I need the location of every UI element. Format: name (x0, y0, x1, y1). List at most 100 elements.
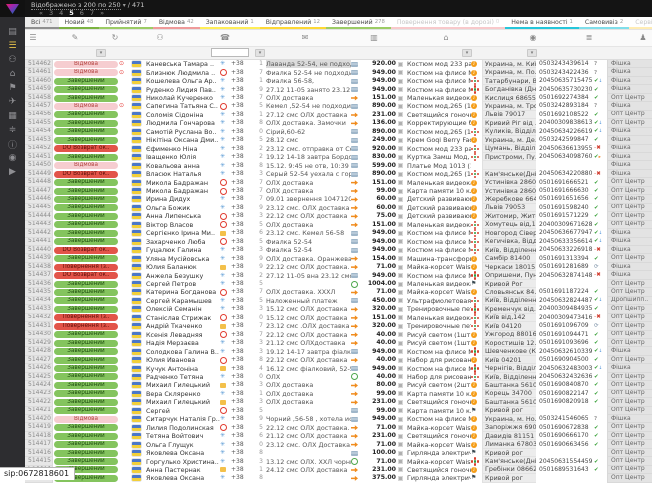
mailing-icon[interactable]: ✈ (0, 95, 25, 109)
phone-filter-dropdown[interactable]: ▾ (255, 49, 265, 57)
last-page-icon[interactable]: » (100, 9, 104, 17)
order-row[interactable]: 514455ЗавершенийЛюдмила Гончарова✳+388ОЛ… (25, 119, 652, 127)
order-row[interactable]: 514427ЗавершенийЮлия Иванова+38822.12 см… (25, 356, 652, 364)
tab-Запакований[interactable]: Запакований1 (200, 17, 260, 29)
page-3[interactable]: 3 (49, 9, 53, 17)
order-row[interactable]: 514432Повернення (з..Станіслав Стрижак+3… (25, 314, 652, 322)
order-row[interactable]: 514450ВідмоваКовальова анна✳+38815.12. 9… (25, 161, 652, 169)
order-row[interactable]: 514420ВідмоваСитарчук Наталія Гр..✳+389Ч… (25, 415, 652, 423)
tab-Прийнятий[interactable]: Прийнятий7 (99, 17, 152, 29)
order-row[interactable]: 514445ЗавершенийОльга Божик✳+38923.12 см… (25, 204, 652, 212)
order-row[interactable]: 514424ЗавершенийМихаил Гилецький+383ОЛХ … (25, 381, 652, 389)
order-row[interactable]: 514435ЗавершенийКатерина Богданова+387ОЛ… (25, 288, 652, 296)
order-row[interactable]: 514446ЗавершенийИрина Дидух✳+38709.01 зв… (25, 195, 652, 203)
order-row[interactable]: 514454ЗавершенийСамотій Руслана Во..✳+38… (25, 128, 652, 136)
statistics-icon[interactable]: ▦ (0, 109, 25, 123)
first-page-icon[interactable]: « (39, 9, 43, 17)
order-row[interactable]: 514415ЗавершенийГоргулько Христина..✳+38… (25, 457, 652, 465)
order-row[interactable]: 514431Повернення (з..Андрій Ткаченко+387… (25, 322, 652, 330)
call-status-icon[interactable]: ↻ (112, 33, 119, 42)
order-row[interactable]: 514426ЗавершенийКучук Антоніна+38416.12 … (25, 364, 652, 372)
order-row[interactable]: 514418ЗавершенийТетяна Войтович✳+38621.1… (25, 432, 652, 440)
clients-icon[interactable]: ⚇ (156, 33, 163, 42)
tab-Завершений[interactable]: Завершений278 (326, 17, 391, 29)
order-row[interactable]: 514421ЗавершенийСергей+38599.00Карта пам… (25, 407, 652, 415)
company-icon[interactable]: ⌂ (0, 67, 25, 81)
order-row[interactable]: 514442ЗавершенийСергієнко Ірина Ми..+386… (25, 229, 652, 237)
order-row[interactable]: 514443ЗавершенийВіктор Власов+385ОЛХ дос… (25, 221, 652, 229)
orders-icon[interactable]: ☰ (0, 39, 25, 53)
order-row[interactable]: 514441ЗавершенийЗахарченко Люба+385Фиалк… (25, 238, 652, 246)
tab-Повернення товару (в дорозі)[interactable]: Повернення товару (в дорозі)0 (391, 17, 505, 29)
phone-filter-input[interactable] (211, 48, 249, 57)
order-row[interactable]: 514456ЗавершенийСоломія Сідоніна✳+38127.… (25, 111, 652, 119)
tags-icon[interactable]: ⚑ (0, 81, 25, 95)
tab-Новий[interactable]: Новий48 (59, 17, 100, 29)
order-row[interactable]: 514461Відмова⊙Близнюк Людмила ..+387Фиал… (25, 68, 652, 76)
order-row[interactable]: 514444ЗавершенийАнна Липенська+38322.12 … (25, 212, 652, 220)
page-6[interactable]: 6 (80, 9, 84, 17)
order-row[interactable]: 514451ЗавершенийІващенко Юлія✳+38219.12 … (25, 153, 652, 161)
order-row[interactable]: 514413ЗавершенийЯковлева Оксана✳+388375.… (25, 474, 652, 482)
order-row[interactable]: 514429ЗавершенийНадія Мерзаєва✳+38321.12… (25, 339, 652, 347)
order-row[interactable]: 514458ЗавершенийНиколай Кучеренко✳+387ОЛ… (25, 94, 652, 102)
order-row[interactable]: 514462Відмова⊙Каневська Тамара ..✳+381Ла… (25, 60, 652, 68)
order-row[interactable]: 514452DO Возврат ок..Єфименко Ніна✳+3822… (25, 145, 652, 153)
order-row[interactable]: 514440DO Возврат ок..Гуцалюк Галина✳+383… (25, 246, 652, 254)
order-row[interactable]: 514437DO Возврат ок..Анжела Безушку✳+382… (25, 271, 652, 279)
page-5[interactable]: 5 (69, 9, 74, 17)
tab-Нема в наявності[interactable]: Нема в наявності1 (505, 17, 579, 29)
order-row[interactable]: 514417ЗавершенийОльга Глущук✳+38023.12 с… (25, 440, 652, 448)
order-row[interactable]: 514419ЗавершенийЛилия Подолинская+38522.… (25, 423, 652, 431)
tab-Самовивіз[interactable]: Самовивіз2 (579, 17, 629, 29)
address-icon[interactable]: ◉ (530, 33, 537, 42)
dashboard-icon[interactable]: ▤ (0, 25, 25, 39)
order-row[interactable]: 514434ЗавершенийСергей Карамышев✳+385Нал… (25, 297, 652, 305)
manager-icon[interactable]: ♟ (639, 33, 646, 42)
order-row[interactable]: 514460ЗавершенийКошелева Ольга Ар..✳+381… (25, 77, 652, 85)
order-row[interactable]: 514430ЗавершенийКсенія Левадняя+38722.12… (25, 331, 652, 339)
app-logo[interactable] (0, 0, 25, 17)
order-row[interactable]: 514423ЗавершенийВера Скляренко✳+381ОЛХ д… (25, 390, 652, 398)
comments-icon[interactable]: ✉ (302, 33, 309, 42)
order-row[interactable]: 514416ЗавершенийЯковлева Оксана✳+388100.… (25, 449, 652, 457)
order-row[interactable]: 514422ЗавершенийМихаил Гилецький+383ОЛХ … (25, 398, 652, 406)
product-name: Куртка Замш Мод, 250 (1шт. x 8.. (407, 153, 471, 161)
order-row[interactable]: 514438Повернення (з..Юлия Баланюк+38922.… (25, 263, 652, 271)
order-row[interactable]: 514447ЗавершенийМикола Бадражан+387ОЛХ д… (25, 187, 652, 195)
order-row[interactable]: 514433ЗавершенийОлексій Семанін✳+38315.1… (25, 305, 652, 313)
clients-icon[interactable]: ⚇ (0, 53, 25, 67)
phone-icon[interactable]: ☎ (220, 33, 230, 42)
payment-icon[interactable]: ▥ (370, 33, 378, 42)
order-id: 514441 (25, 238, 53, 246)
order-row[interactable]: 514436ЗавершенийСергей Петров✳+3851004.0… (25, 280, 652, 288)
orders-list-icon[interactable]: ☰ (29, 33, 36, 42)
tab-Сервіси[interactable]: Сервіси0 (629, 17, 652, 29)
order-row[interactable]: 514425ЗавершенийРадченко Тетяна✳+380ОЛХ4… (25, 373, 652, 381)
address-filter-dropdown[interactable]: ▾ (527, 49, 537, 57)
order-row[interactable]: 514448ЗавершенийМикола Бадражан+387ОЛХ д… (25, 178, 652, 186)
order-row[interactable]: 514414ЗавершенийАнна Пастернак+38124.12 … (25, 466, 652, 474)
video-icon[interactable]: ▶ (0, 165, 25, 179)
info-icon[interactable]: ⓘ (0, 137, 25, 151)
page-7[interactable]: 7 (90, 9, 94, 17)
settings-icon[interactable]: ≑ (0, 123, 25, 137)
manager-source: Фішка (607, 229, 652, 237)
edit-icon[interactable]: ✎ (72, 33, 79, 42)
products-icon[interactable]: ⌂ (443, 33, 448, 42)
page-4[interactable]: 4 (59, 9, 63, 17)
order-row[interactable]: 514457Відмова⊙Сапегина Татьяна С..+385Ке… (25, 102, 652, 110)
tab-Відправлений[interactable]: Відправлений12 (260, 17, 326, 29)
order-row[interactable]: 514439ЗавершенийУляна Мусійовська✳+389ОЛ… (25, 254, 652, 262)
order-row[interactable]: 514453ЗавершенийНікітіна Оксана Дми..✳+3… (25, 136, 652, 144)
tracking-icon[interactable]: ≣ (586, 33, 593, 42)
order-row[interactable]: 514428ЗавершенийСолодкова Галина В..✳+38… (25, 347, 652, 355)
order-row[interactable]: 514459ЗавершенийРуденко Лидия Пав..✳+389… (25, 85, 652, 93)
status-filter-dropdown[interactable]: ▾ (96, 49, 106, 57)
order-row[interactable]: 514449DO Возврат ок..Власюк Наталья✳+383… (25, 170, 652, 178)
sip-status[interactable]: sip:0672818601 (0, 467, 75, 480)
tab-Всі[interactable]: Всі471 (25, 17, 59, 29)
product-filter-dropdown[interactable]: ▾ (462, 49, 472, 57)
web-icon[interactable]: ◉ (0, 151, 25, 165)
tab-Відмова[interactable]: Відмова42 (153, 17, 200, 29)
